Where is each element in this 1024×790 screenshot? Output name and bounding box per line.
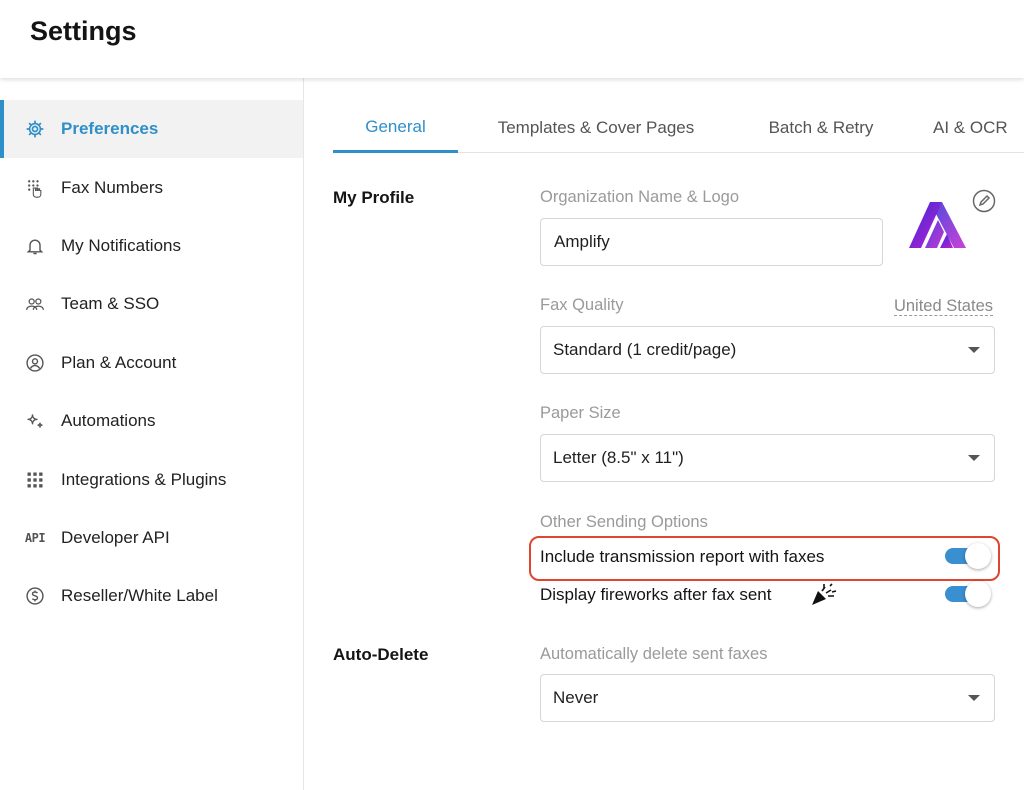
page-title: Settings [30,16,137,46]
sidebar-item-developer-api[interactable]: API Developer API [0,509,303,567]
fax-quality-value: Standard (1 credit/page) [553,340,737,359]
api-icon: API [24,530,46,545]
auto-delete-value: Never [553,688,599,707]
user-circle-icon [24,352,46,374]
tab-bar: General Templates & Cover Pages Batch & … [333,103,1024,153]
org-name-label: Organization Name & Logo [540,188,740,206]
keypad-hand-icon [24,177,46,199]
sidebar-item-label: Preferences [61,119,159,139]
transmission-report-label: Include transmission report with faxes [540,547,825,566]
org-name-input[interactable]: Amplify [540,218,883,266]
tab-ai-ocr[interactable]: AI & OCR [933,103,1024,153]
sidebar-item-label: Plan & Account [61,352,177,372]
paper-size-value: Letter (8.5" x 11") [553,448,684,467]
edit-pencil-icon[interactable] [972,189,996,213]
sidebar-item-label: My Notifications [61,235,181,255]
sidebar-item-integrations[interactable]: Integrations & Plugins [0,450,303,508]
sidebar-item-plan-account[interactable]: Plan & Account [0,334,303,392]
sidebar-item-label: Reseller/White Label [61,586,218,606]
fax-quality-label: Fax Quality [540,296,624,314]
bell-icon [24,235,46,257]
auto-delete-label: Automatically delete sent faxes [540,645,768,663]
caret-down-icon [968,455,980,461]
auto-delete-select[interactable]: Never [540,674,995,722]
paper-size-select[interactable]: Letter (8.5" x 11") [540,434,995,482]
fax-quality-select[interactable]: Standard (1 credit/page) [540,326,995,374]
sidebar-item-label: Integrations & Plugins [61,469,227,489]
sidebar-item-label: Developer API [61,527,170,547]
country-link[interactable]: United States [893,297,993,316]
paper-size-label: Paper Size [540,404,621,422]
sidebar: Preferences Fax Numbers My Notifications… [0,78,304,790]
sidebar-item-label: Fax Numbers [61,177,164,197]
my-profile-title: My Profile [333,188,415,207]
grid-icon [24,469,46,491]
toggle-knob [965,543,991,569]
sidebar-item-reseller[interactable]: Reseller/White Label [0,567,303,625]
dollar-circle-icon [24,585,46,607]
team-icon [24,293,46,315]
caret-down-icon [968,347,980,353]
sidebar-item-label: Automations [61,411,156,431]
transmission-report-toggle[interactable] [945,543,991,569]
party-popper-icon [810,583,838,607]
org-logo[interactable] [901,190,974,263]
caret-down-icon [968,695,980,701]
sidebar-item-team-sso[interactable]: Team & SSO [0,275,303,333]
tab-batch-retry[interactable]: Batch & Retry [758,103,884,153]
other-sending-options-label: Other Sending Options [540,513,708,531]
tab-general[interactable]: General [333,103,458,153]
gear-icon [24,118,46,140]
sidebar-item-automations[interactable]: Automations [0,392,303,450]
sidebar-item-preferences[interactable]: Preferences [0,100,303,159]
fireworks-label: Display fireworks after fax sent [540,585,772,604]
fireworks-toggle[interactable] [945,581,991,607]
auto-delete-title: Auto-Delete [333,645,429,664]
toggle-knob [965,581,991,607]
settings-app: Settings Preferences Fax Numbers My Noti… [0,0,1024,790]
sidebar-list: Preferences Fax Numbers My Notifications… [0,100,303,626]
header: Settings [0,0,1024,78]
tab-templates-cover-pages[interactable]: Templates & Cover Pages [487,103,705,153]
sparkle-icon [24,410,46,432]
sidebar-item-fax-numbers[interactable]: Fax Numbers [0,158,303,216]
sidebar-item-label: Team & SSO [61,294,160,314]
sidebar-item-my-notifications[interactable]: My Notifications [0,217,303,275]
